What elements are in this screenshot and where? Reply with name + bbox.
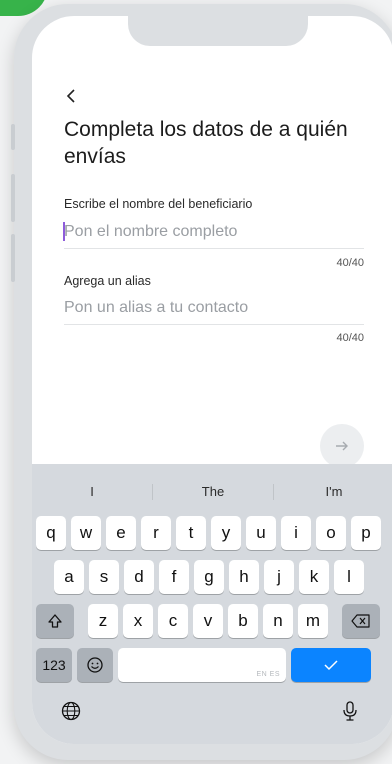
key-q[interactable]: q [36,516,66,550]
emoji-key[interactable] [77,648,113,682]
field-divider [64,324,364,325]
arrow-right-icon [336,441,348,451]
key-h[interactable]: h [229,560,259,594]
key-i[interactable]: i [281,516,311,550]
key-r[interactable]: r [141,516,171,550]
side-button [11,174,15,222]
emoji-icon [87,657,103,673]
key-k[interactable]: k [299,560,329,594]
key-s[interactable]: s [89,560,119,594]
page-title: Completa los datos de a quién envías [64,118,348,168]
key-d[interactable]: d [124,560,154,594]
phone-screen: Completa los datos de a quién envías Esc… [32,16,392,744]
key-p[interactable]: p [351,516,381,550]
key-f[interactable]: f [159,560,189,594]
keyboard-row-3: z x c v b n m [32,604,392,638]
space-language-label: EN ES [256,671,280,678]
key-spacer [333,604,337,638]
key-b[interactable]: b [228,604,258,638]
key-v[interactable]: v [193,604,223,638]
suggestion-bar: I The I'm [32,480,392,504]
keyboard-row-2: a s d f g h j k l [32,560,392,594]
side-button [11,124,15,150]
notch [128,16,308,46]
next-button[interactable] [320,424,364,468]
key-t[interactable]: t [176,516,206,550]
suggestion-item[interactable]: The [153,480,273,504]
key-y[interactable]: y [211,516,241,550]
key-a[interactable]: a [54,560,84,594]
suggestion-item[interactable]: I'm [274,480,392,504]
microphone-button[interactable] [340,700,360,722]
done-key[interactable] [291,648,371,682]
field-divider [64,248,364,249]
back-button[interactable] [66,86,86,106]
suggestion-item[interactable]: I [32,480,152,504]
numbers-key[interactable]: 123 [36,648,72,682]
backspace-icon [351,614,370,628]
key-spacer [79,604,83,638]
space-bar[interactable]: EN ES [118,648,286,682]
shift-key[interactable] [36,604,74,638]
microphone-icon [343,701,357,721]
side-button [11,234,15,282]
globe-icon [61,701,81,721]
beneficiary-label: Escribe el nombre del beneficiario [64,197,253,211]
beneficiary-name-input[interactable] [64,221,364,243]
key-m[interactable]: m [298,604,328,638]
key-e[interactable]: e [106,516,136,550]
chevron-left-icon [66,89,75,103]
key-u[interactable]: u [246,516,276,550]
alias-label: Agrega un alias [64,274,151,288]
alias-counter: 40/40 [336,332,364,344]
shift-icon [48,614,62,628]
key-x[interactable]: x [123,604,153,638]
delete-key[interactable] [342,604,380,638]
key-g[interactable]: g [194,560,224,594]
checkmark-icon [324,660,338,671]
beneficiary-counter: 40/40 [336,257,364,269]
key-j[interactable]: j [264,560,294,594]
globe-button[interactable] [60,700,82,722]
key-w[interactable]: w [71,516,101,550]
key-l[interactable]: l [334,560,364,594]
alias-input[interactable] [64,297,364,319]
key-z[interactable]: z [88,604,118,638]
keyboard-row-4: 123 EN ES [32,648,392,682]
keyboard: I The I'm q w e r t y u i o p a s d f g … [32,464,392,744]
key-o[interactable]: o [316,516,346,550]
key-c[interactable]: c [158,604,188,638]
keyboard-row-1: q w e r t y u i o p [32,516,392,550]
text-caret [63,222,65,241]
stage: Completa los datos de a quién envías Esc… [0,0,392,764]
key-n[interactable]: n [263,604,293,638]
